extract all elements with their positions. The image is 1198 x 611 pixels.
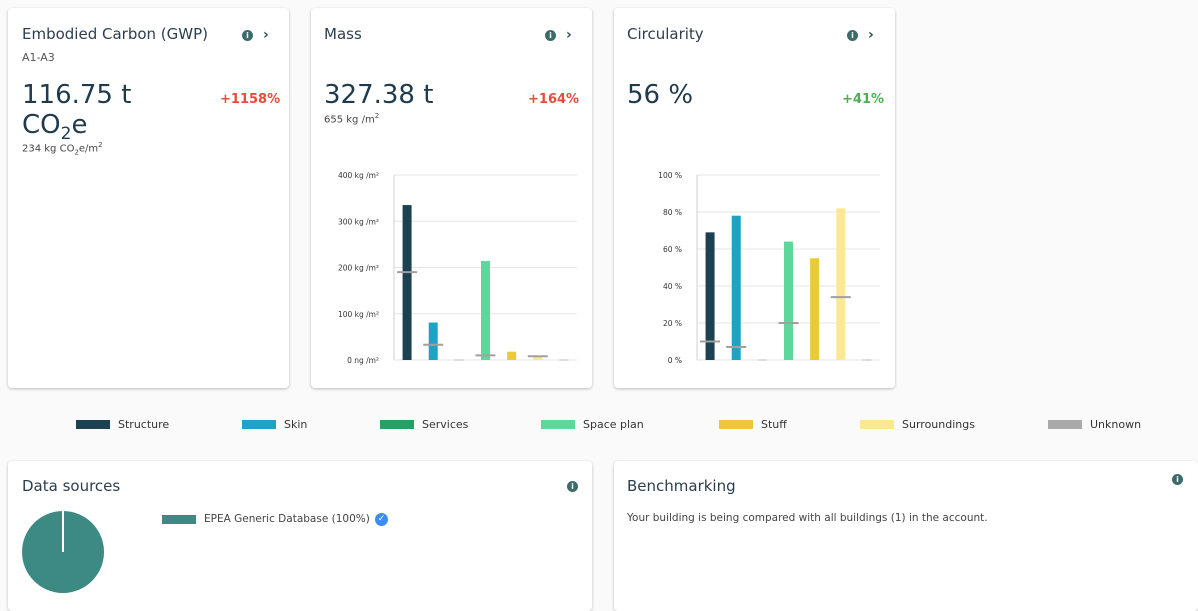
- y-tick-label: 300 kg /m²: [338, 217, 379, 226]
- legend-label: Unknown: [1090, 418, 1142, 431]
- chart-bar: [731, 215, 741, 360]
- card-title: Benchmarking: [627, 477, 736, 495]
- legend-swatch: [860, 420, 894, 429]
- carbon-per-area: 234 kg CO2e/m2: [22, 141, 103, 157]
- y-tick-label: 40 %: [663, 282, 682, 291]
- chart-bar: [481, 261, 490, 360]
- chart-bar: [810, 258, 820, 360]
- verified-check-icon: ✓: [375, 513, 388, 526]
- chart-bar: [428, 322, 438, 360]
- carbon-value: 116.75 t CO2e: [22, 80, 131, 149]
- legend-label: EPEA Generic Database (100%): [204, 513, 370, 525]
- card-title: Data sources: [22, 477, 121, 495]
- mass-card[interactable]: Mass i › 327.38 t +164% 655 kg /m2 0 ng …: [311, 8, 592, 388]
- mass-chart: 0 ng /m² 100 kg /m² 200 kg /m² 300 kg /m² 40…: [338, 171, 577, 365]
- legend-label: Stuff: [761, 418, 787, 431]
- info-icon[interactable]: i: [242, 30, 253, 41]
- card-subtitle: A1-A3: [22, 51, 55, 64]
- legend-swatch: [380, 420, 414, 429]
- y-tick-label: 0 %: [668, 356, 682, 365]
- legend-label: Space plan: [583, 418, 644, 431]
- legend-swatch: [76, 420, 110, 429]
- legend-label: Surroundings: [902, 418, 975, 431]
- chevron-right-icon[interactable]: ›: [263, 28, 269, 42]
- legend-swatch: [162, 515, 196, 524]
- y-tick-label: 0 ng /m²: [347, 356, 379, 365]
- data-sources-card: Data sources i EPEA Generic Database (10…: [8, 461, 592, 611]
- data-sources-pie-chart: [22, 511, 104, 593]
- y-tick-label: 400 kg /m²: [338, 171, 379, 180]
- legend-swatch: [541, 420, 575, 429]
- y-tick-label: 20 %: [663, 319, 682, 328]
- card-title: Embodied Carbon (GWP): [22, 25, 209, 43]
- y-tick-label: 80 %: [663, 208, 682, 217]
- legend-swatch: [719, 420, 753, 429]
- y-tick-label: 200 kg /m²: [338, 264, 379, 273]
- embodied-carbon-card[interactable]: Embodied Carbon (GWP) i › A1-A3 116.75 t…: [8, 8, 289, 388]
- carbon-change-badge: +1158%: [220, 92, 281, 107]
- info-icon[interactable]: i: [567, 481, 578, 492]
- chart-bar: [507, 351, 517, 360]
- chart-bar: [784, 241, 793, 360]
- legend-label: Services: [422, 418, 469, 431]
- carbon-value-unit: CO2e: [22, 110, 88, 145]
- y-tick-label: 100 kg /m²: [338, 310, 379, 319]
- y-tick-label: 60 %: [663, 245, 682, 254]
- chart-bar: [402, 205, 412, 360]
- circularity-card[interactable]: Circularity i › 56 % +41% 0 % 20 % 40 % 60 …: [614, 8, 895, 388]
- legend-swatch: [242, 420, 276, 429]
- y-tick-label: 100 %: [658, 171, 682, 180]
- benchmarking-description: Your building is being compared with all…: [627, 512, 988, 524]
- legend-label: Structure: [118, 418, 170, 431]
- legend-swatch: [1048, 420, 1082, 429]
- benchmarking-card: Benchmarking i Your building is being co…: [614, 461, 1198, 611]
- circularity-chart: 0 % 20 % 40 % 60 % 80 % 100 %: [658, 171, 880, 365]
- info-icon[interactable]: i: [1172, 474, 1183, 485]
- legend-label: Skin: [284, 418, 308, 431]
- chart-bar: [836, 208, 846, 360]
- carbon-value-line1: 116.75 t: [22, 80, 132, 110]
